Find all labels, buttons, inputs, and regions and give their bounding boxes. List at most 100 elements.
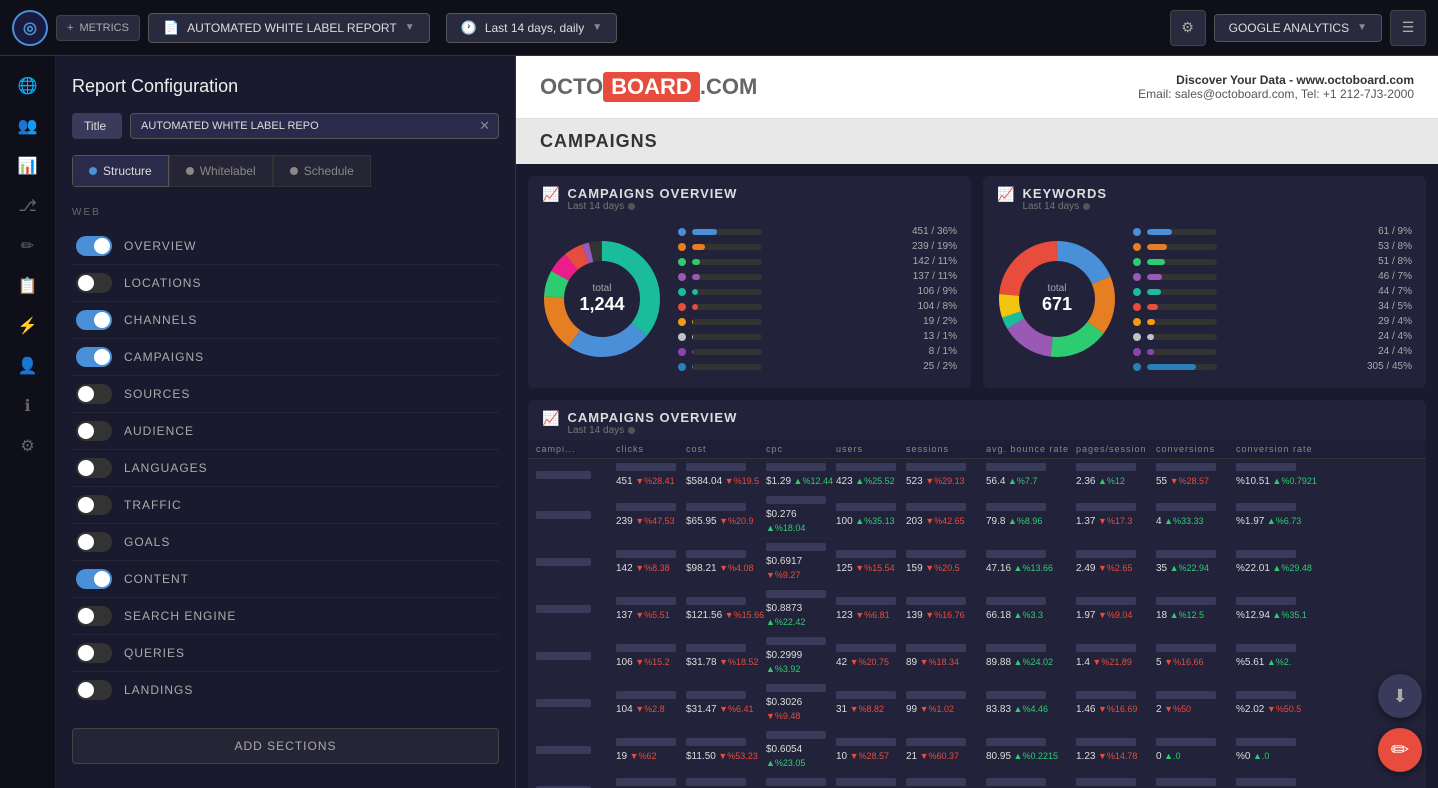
table-cell: 56.4 ▲%7.7	[986, 463, 1076, 487]
table-cell: %12.94 ▲%35.1	[1236, 597, 1326, 621]
toggle-locations[interactable]	[76, 273, 112, 293]
table-row: 106 ▼%15.2$31.78 ▼%18.52$0.2999 ▲%3.9242…	[528, 633, 1426, 680]
tel-value: +1 212-7J3-2000	[1323, 87, 1414, 101]
campaigns-donut-chart: total 1,244	[542, 239, 662, 359]
sidebar-icon-git[interactable]: ⎇	[10, 188, 46, 224]
toggle-campaigns[interactable]	[76, 347, 112, 367]
campaigns-overview-widget: 📈 CAMPAIGNS OVERVIEW Last 14 days	[528, 176, 971, 388]
col-header-bounce: avg. bounce rate	[986, 444, 1076, 454]
toggle-label-locations: LOCATIONS	[124, 276, 201, 290]
toggle-row-goals: GOALS	[72, 524, 499, 561]
sidebar-icon-users[interactable]: 👥	[10, 108, 46, 144]
table-row: 13 ▼%48$13.72 ▼%13.4$1.05 ▲%4.0839 ▼%16.…	[528, 774, 1426, 788]
toggle-overview[interactable]	[76, 236, 112, 256]
edit-fab[interactable]: ✏	[1378, 728, 1422, 772]
toggle-channels[interactable]	[76, 310, 112, 330]
table-cell: $1.05 ▲%4.08	[766, 778, 836, 788]
campaigns-donut-area: total 1,244 451 / 36%239 / 19%142 / 11%1…	[528, 216, 971, 388]
col-header-users: users	[836, 444, 906, 454]
octoboard-logo: OCTO BOARD .COM	[540, 72, 757, 102]
table-cell: 89.88 ▲%24.02	[986, 644, 1076, 668]
table-cell: 203 ▼%42.65	[906, 503, 986, 527]
legend-item: 305 / 45%	[1133, 359, 1412, 374]
table-cell: $0.6054 ▲%23.05	[766, 731, 836, 769]
sidebar-icon-zap[interactable]: ⚡	[10, 308, 46, 344]
toggle-row-landings: LANDINGS	[72, 672, 499, 708]
add-button[interactable]: + METRICS	[56, 15, 140, 41]
toggle-landings[interactable]	[76, 680, 112, 700]
sidebar-icon-info[interactable]: ℹ	[10, 388, 46, 424]
sidebar-icon-gear[interactable]: ⚙	[10, 428, 46, 464]
toggle-content[interactable]	[76, 569, 112, 589]
table-widget-header: 📈 CAMPAIGNS OVERVIEW Last 14 days	[528, 400, 1426, 440]
toggle-sources[interactable]	[76, 384, 112, 404]
table-cell: $11.50 ▼%53.23	[686, 738, 766, 762]
time-selector[interactable]: 🕐 Last 14 days, daily ▼	[446, 13, 618, 43]
logo-com-text: .COM	[700, 74, 757, 100]
table-cell: 100 ▲%35.13	[836, 503, 906, 527]
settings-button[interactable]: ⚙	[1170, 10, 1206, 46]
table-cell: 1.97 ▼%9.04	[1076, 597, 1156, 621]
sidebar-icon-chart[interactable]: 📊	[10, 148, 46, 184]
toggle-languages[interactable]	[76, 458, 112, 478]
toggle-label-languages: LANGUAGES	[124, 461, 208, 475]
table-cell: %22.01 ▲%29.48	[1236, 550, 1326, 574]
toggle-label-traffic: TRAFFIC	[124, 498, 182, 512]
sidebar-icon-globe[interactable]: 🌐	[10, 68, 46, 104]
toggle-label-content: CONTENT	[124, 572, 189, 586]
download-fab[interactable]: ⬇	[1378, 674, 1422, 718]
table-row: 142 ▼%8.38$98.21 ▼%4.08$0.6917 ▼%9.27125…	[528, 539, 1426, 586]
tab-whitelabel[interactable]: Whitelabel	[169, 155, 273, 187]
table-cell: 139 ▼%16.76	[906, 597, 986, 621]
title-input[interactable]	[131, 114, 471, 138]
legend-item: 29 / 4%	[1133, 314, 1412, 329]
table-cell: 123 ▼%6.81	[836, 597, 906, 621]
tab-schedule[interactable]: Schedule	[273, 155, 371, 187]
app-logo: ◎	[12, 10, 48, 46]
table-cell: 99 ▼%1.02	[906, 691, 986, 715]
legend-item: 34 / 5%	[1133, 299, 1412, 314]
table-cell-campaign	[536, 746, 616, 754]
tab-structure[interactable]: Structure	[72, 155, 169, 187]
ga-label: GOOGLE ANALYTICS	[1229, 21, 1349, 35]
table-cell: 1.4 ▼%21.89	[1076, 644, 1156, 668]
table-cell: 13 ▼%48	[616, 778, 686, 788]
table-row: 104 ▼%2.8$31.47 ▼%6.41$0.3026 ▼%9.4831 ▼…	[528, 680, 1426, 727]
sidebar-icon-person[interactable]: 👤	[10, 348, 46, 384]
table-cell: 19 ▼%62	[616, 738, 686, 762]
toggle-row-languages: LANGUAGES	[72, 450, 499, 487]
col-header-conv: conversions	[1156, 444, 1236, 454]
title-tab[interactable]: Title	[72, 113, 122, 139]
sidebar-icons: 🌐 👥 📊 ⎇ ✏ 📋 ⚡ 👤 ℹ ⚙	[0, 56, 56, 788]
ga-selector[interactable]: GOOGLE ANALYTICS ▼	[1214, 14, 1382, 42]
table-cell: $1.29 ▲%12.44	[766, 463, 836, 487]
legend-item: 19 / 2%	[678, 314, 957, 329]
toggle-audience[interactable]	[76, 421, 112, 441]
tagline: Discover Your Data - www.octoboard.com	[1176, 73, 1414, 87]
table-cell: 1.46 ▼%16.69	[1076, 691, 1156, 715]
table-cell: 125 ▼%15.54	[836, 550, 906, 574]
toggle-queries[interactable]	[76, 643, 112, 663]
toggle-label-search_engine: SEARCH ENGINE	[124, 609, 236, 623]
toggle-goals[interactable]	[76, 532, 112, 552]
add-sections-button[interactable]: ADD SECTIONS	[72, 728, 499, 764]
sidebar-icon-pencil[interactable]: ✏	[10, 228, 46, 264]
metrics-label: METRICS	[79, 22, 129, 34]
table-cell: $0.3026 ▼%9.48	[766, 684, 836, 722]
toggle-traffic[interactable]	[76, 495, 112, 515]
tel-label: Tel:	[1301, 87, 1320, 101]
chevron-down-icon-ga: ▼	[1357, 22, 1367, 33]
report-selector[interactable]: 📄 AUTOMATED WHITE LABEL REPORT ▼	[148, 13, 430, 43]
toggle-search_engine[interactable]	[76, 606, 112, 626]
sidebar-icon-clipboard[interactable]: 📋	[10, 268, 46, 304]
menu-button[interactable]: ☰	[1390, 10, 1426, 46]
keywords-donut-chart: total 671	[997, 239, 1117, 359]
clear-title-icon[interactable]: ✕	[471, 114, 498, 138]
table-cell: $65.95 ▼%20.9	[686, 503, 766, 527]
table-cell: 21 ▼%60.37	[906, 738, 986, 762]
legend-item: 239 / 19%	[678, 239, 957, 254]
toggle-row-sources: SOURCES	[72, 376, 499, 413]
table-cell: 18 ▲%12.5	[1156, 597, 1236, 621]
toggle-label-audience: AUDIENCE	[124, 424, 194, 438]
table-cell: 31 ▼%8.82	[836, 691, 906, 715]
